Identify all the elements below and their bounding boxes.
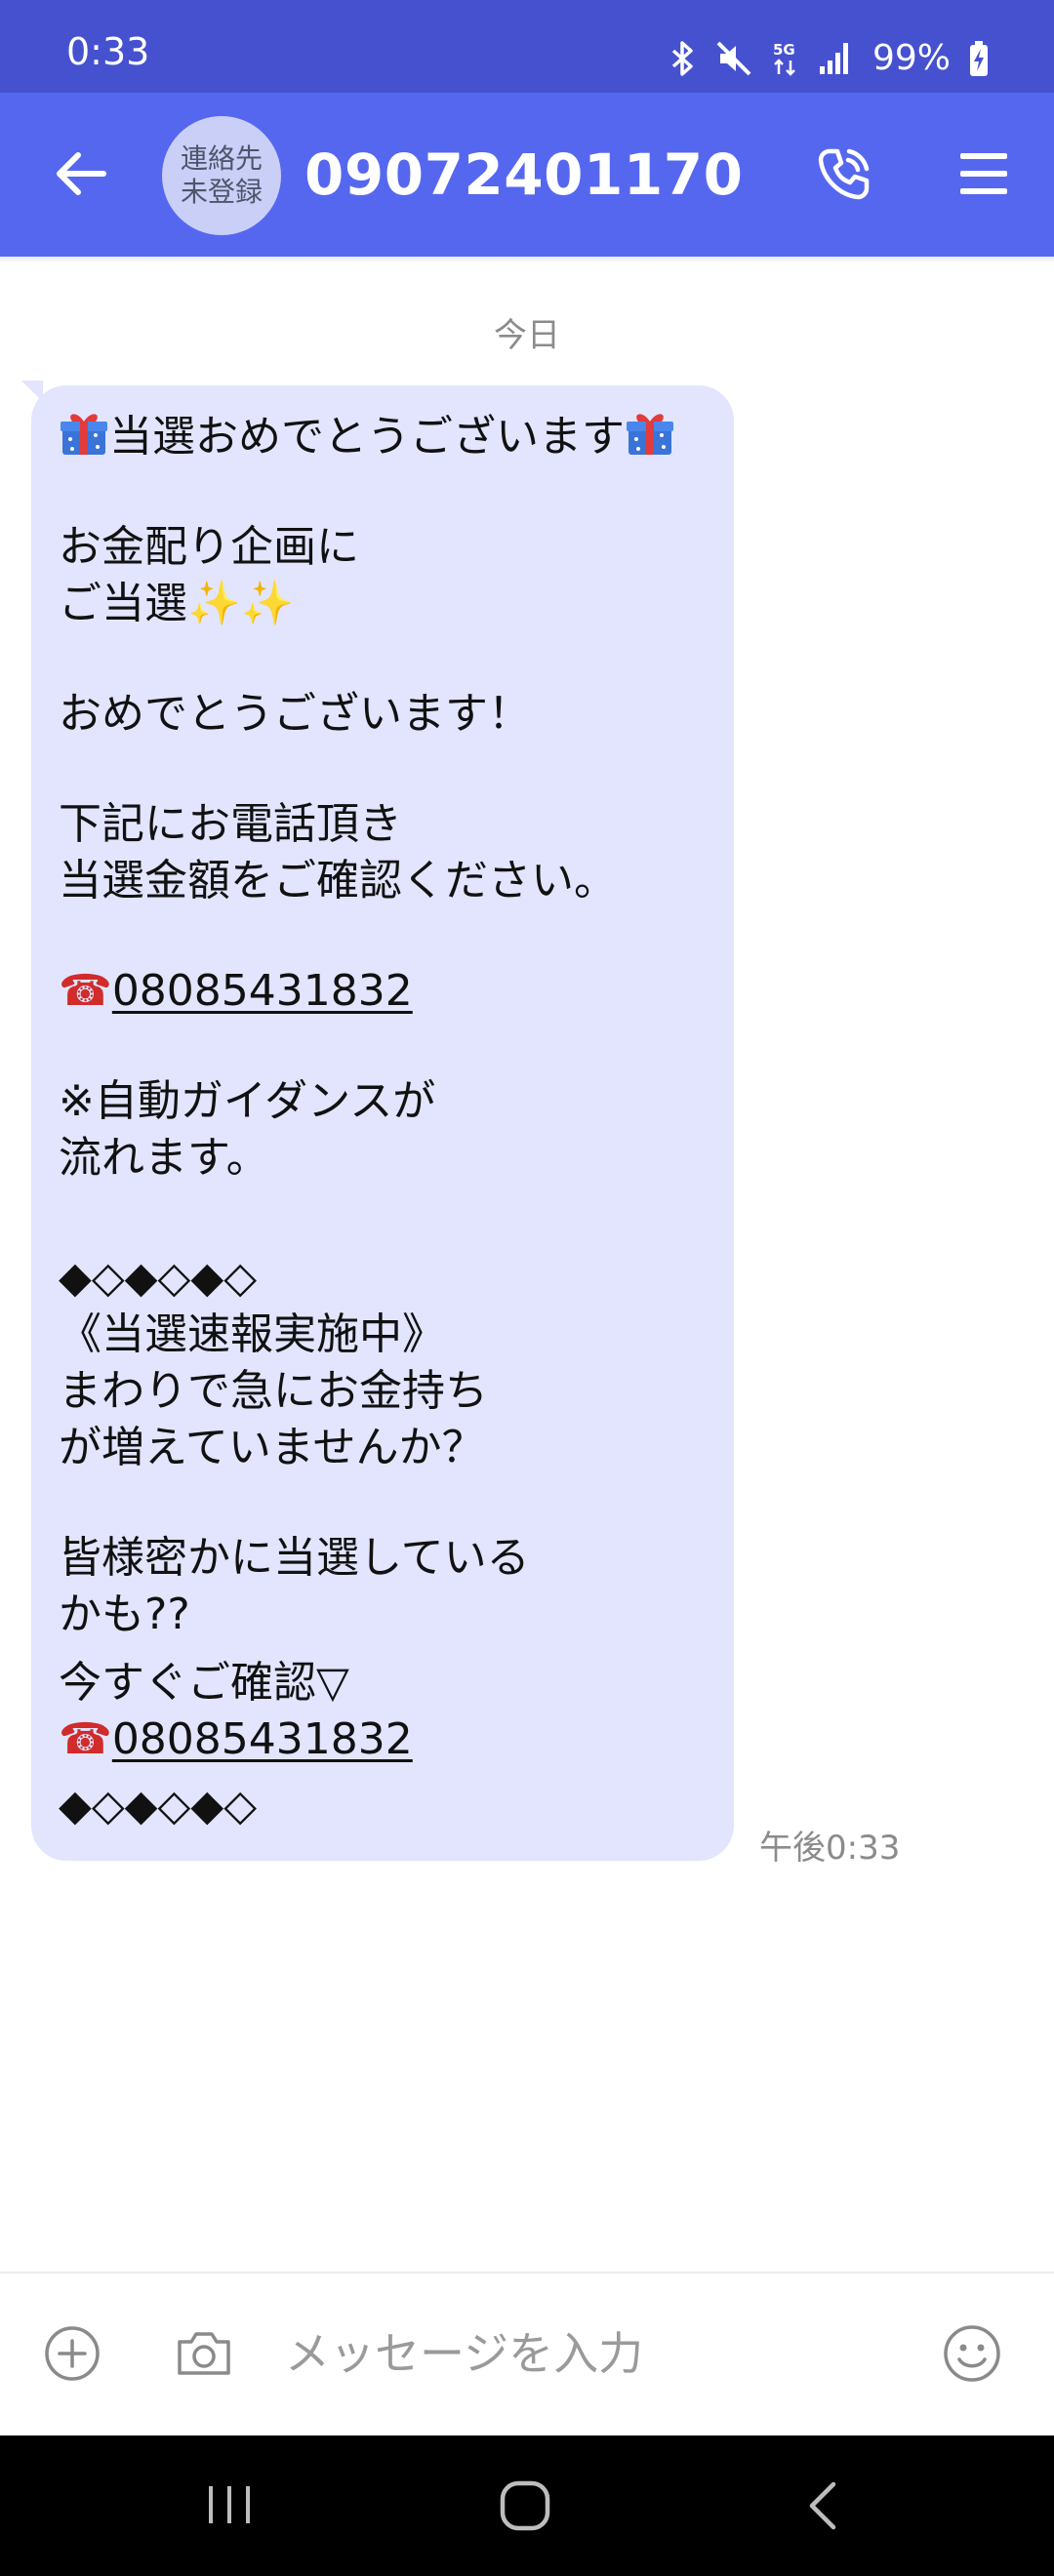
gift-icon — [59, 408, 109, 459]
message-line: 当選おめでとうございます — [59, 408, 675, 465]
avatar-line-2: 未登録 — [180, 176, 263, 208]
nav-back-button[interactable] — [798, 2478, 847, 2533]
message-text: かも?? — [59, 1590, 190, 1639]
message-text: 流れます。 — [59, 1133, 269, 1183]
conversation-header: 連絡先 未登録 09072401170 — [0, 93, 1054, 257]
message-line: ☎08085431832 — [59, 1711, 413, 1768]
phone-call-icon — [818, 148, 870, 200]
phone-link[interactable]: 08085431832 — [112, 1714, 413, 1764]
arrow-left-icon — [57, 152, 106, 195]
phone-link[interactable]: 08085431832 — [112, 966, 413, 1016]
recent-apps-button[interactable] — [205, 2480, 254, 2529]
messaging-screen: 0:33 5G 99% 連絡先 未登録 09072401170 今日 当選おめで… — [0, 0, 1054, 2576]
battery-percent: 99% — [872, 38, 951, 78]
message-text: 皆様密かに当選している — [59, 1533, 530, 1583]
system-nav-bar — [0, 2435, 1054, 2576]
camera-button[interactable] — [174, 2324, 234, 2383]
message-text: 今すぐご確認▽ — [59, 1658, 349, 1708]
message-text: ◆◇◆◇◆◇ — [59, 1253, 258, 1303]
message-line: ご当選✨✨ — [59, 576, 295, 632]
message-timestamp: 午後0:33 — [759, 1829, 901, 1868]
message-text: 《当選速報実施中》 — [59, 1309, 445, 1359]
chevron-left-icon — [809, 2481, 836, 2530]
message-text: おめでとうございます！ — [59, 689, 531, 739]
plus-circle-icon — [45, 2326, 100, 2381]
add-attachment-button[interactable] — [43, 2324, 101, 2383]
message-text: 当選金額をご確認ください。 — [59, 856, 617, 906]
message-text: 下記にお電話頂き — [59, 799, 402, 849]
avatar-line-1: 連絡先 — [180, 142, 263, 175]
compose-bar — [0, 2274, 1054, 2435]
message-input[interactable] — [285, 2313, 890, 2395]
contact-avatar[interactable]: 連絡先 未登録 — [162, 116, 281, 235]
message-text: ◆◇◆◇◆◇ — [59, 1781, 258, 1831]
sparkles-icon: ✨✨ — [187, 579, 295, 628]
emoji-button[interactable] — [941, 2322, 1003, 2385]
message-text: お金配り企画に — [59, 522, 359, 572]
status-icons: 5G 99% — [669, 37, 990, 80]
camera-icon — [178, 2332, 230, 2375]
hamburger-menu-icon — [960, 153, 1007, 194]
status-time: 0:33 — [66, 30, 150, 73]
home-button[interactable] — [498, 2478, 552, 2533]
mute-icon — [716, 41, 751, 76]
date-separator: 今日 — [494, 316, 560, 355]
telephone-icon: ☎ — [59, 1714, 112, 1764]
bluetooth-icon — [671, 41, 693, 76]
svg-text:5G: 5G — [773, 41, 795, 59]
header-divider — [0, 257, 1054, 262]
5g-icon: 5G — [773, 41, 795, 76]
status-bar: 0:33 5G 99% — [0, 0, 1054, 93]
message-text: ※自動ガイダンスが — [59, 1076, 436, 1126]
message-text: 当選おめでとうございます — [109, 412, 625, 462]
signal-icon — [819, 43, 848, 74]
call-button[interactable] — [812, 143, 874, 206]
message-line: ☎08085431832 — [59, 963, 413, 1020]
message-text: が増えていませんか？ — [59, 1423, 485, 1472]
message-text: ご当選 — [59, 579, 187, 628]
gift-icon — [625, 408, 675, 459]
home-icon — [500, 2480, 550, 2531]
recent-apps-icon — [209, 2486, 250, 2523]
message-text: まわりで急にお金持ち — [59, 1366, 488, 1416]
battery-charging-icon — [970, 41, 988, 76]
telephone-icon: ☎ — [59, 966, 112, 1016]
smiley-icon — [944, 2325, 1000, 2382]
contact-phone-number[interactable]: 09072401170 — [304, 143, 743, 206]
menu-button[interactable] — [956, 148, 1011, 199]
back-button[interactable] — [51, 142, 113, 205]
